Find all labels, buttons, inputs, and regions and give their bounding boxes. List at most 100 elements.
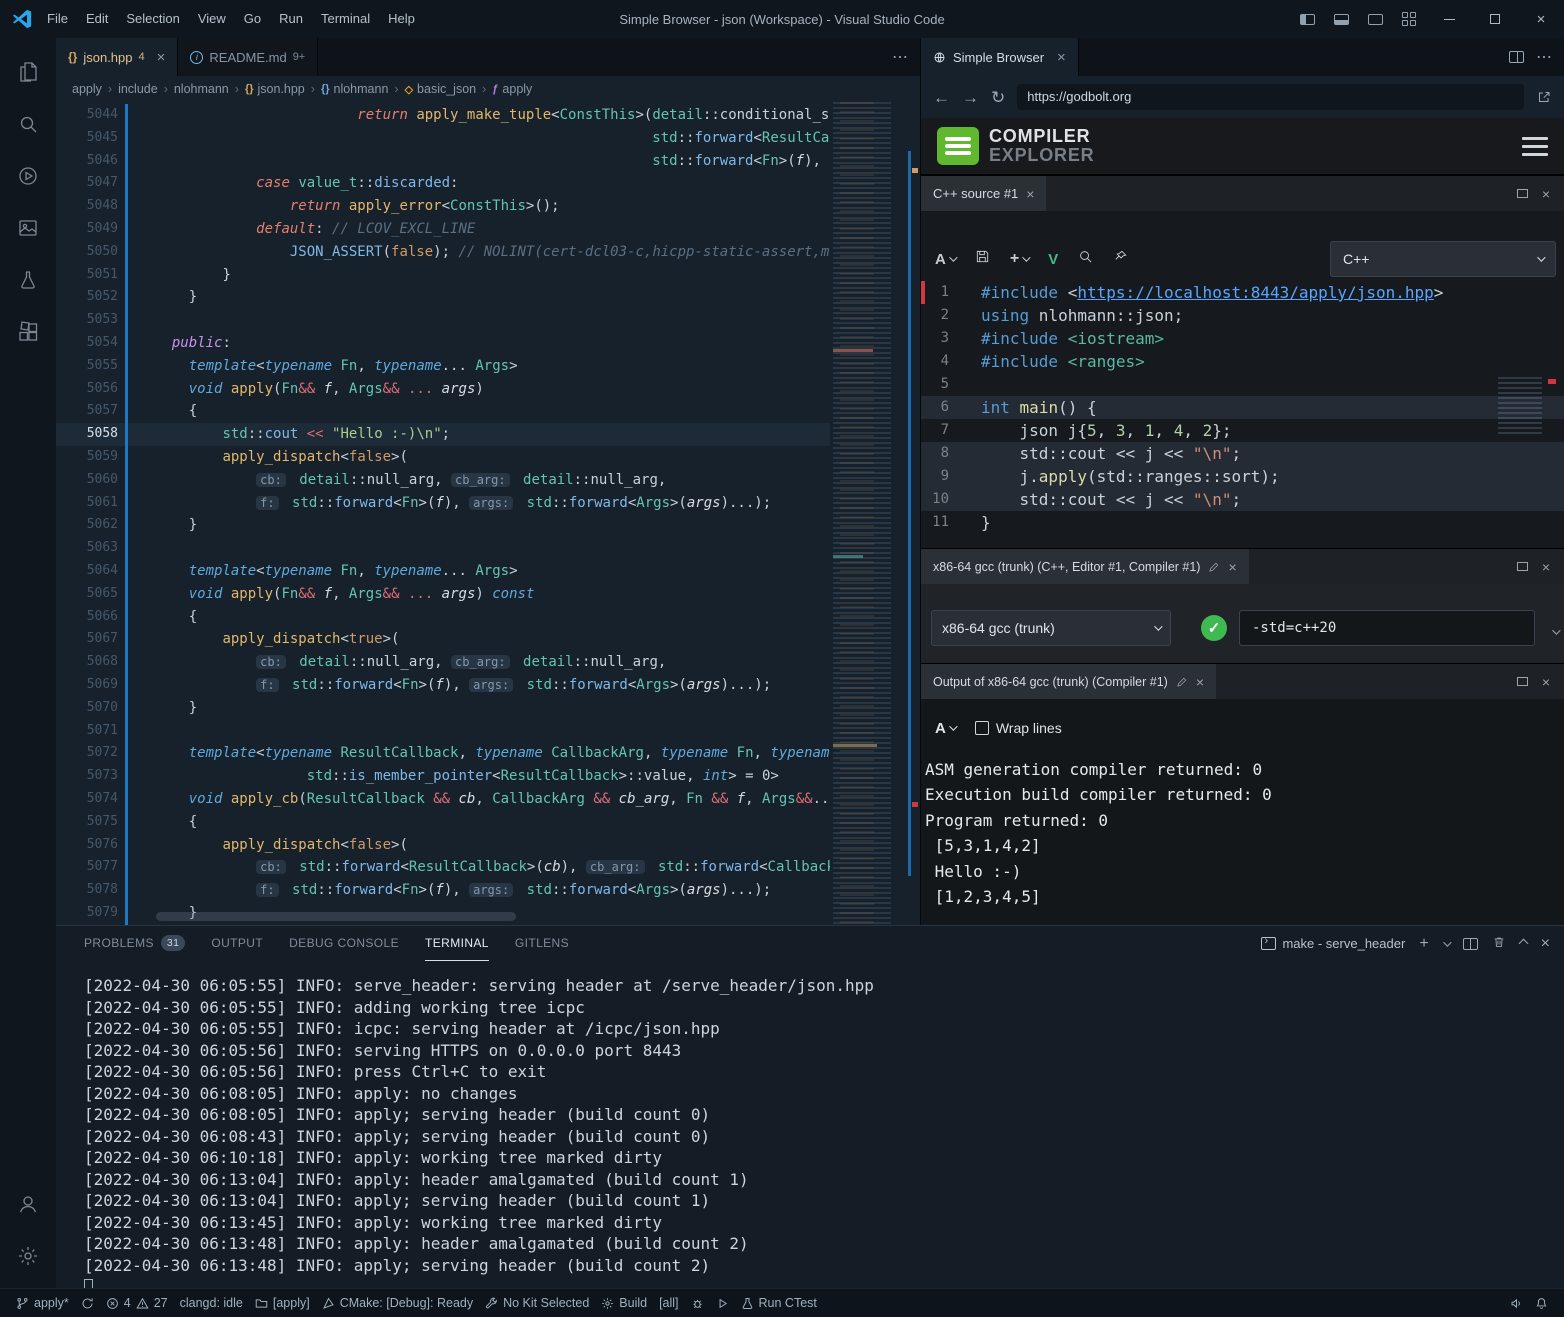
- cmake-kit[interactable]: No Kit Selected: [479, 1289, 595, 1317]
- cmake-build[interactable]: Build: [595, 1289, 653, 1317]
- run-debug-icon[interactable]: [4, 150, 52, 202]
- panel-tab-problems[interactable]: PROBLEMS31: [84, 926, 185, 961]
- close-pane-icon[interactable]: ×: [1542, 187, 1550, 201]
- horizontal-scrollbar[interactable]: [156, 912, 516, 921]
- back-icon[interactable]: ←: [933, 89, 950, 106]
- close-pane-icon[interactable]: ×: [1542, 675, 1550, 689]
- run-ctest[interactable]: Run CTest: [735, 1289, 823, 1317]
- panel-tab-terminal[interactable]: TERMINAL: [425, 926, 489, 961]
- menu-go[interactable]: Go: [235, 0, 270, 38]
- clangd-status[interactable]: clangd: idle: [174, 1289, 249, 1317]
- compiler-options-input[interactable]: -std=c++20: [1239, 610, 1535, 646]
- url-input[interactable]: https://godbolt.org: [1017, 84, 1524, 110]
- menu-file[interactable]: File: [38, 0, 77, 38]
- breadcrumb-item[interactable]: include: [118, 82, 158, 96]
- language-select[interactable]: C++: [1330, 241, 1556, 277]
- options-dropdown-icon[interactable]: [1552, 622, 1558, 640]
- vim-mode-icon[interactable]: V: [1048, 251, 1058, 268]
- menu-selection[interactable]: Selection: [117, 0, 188, 38]
- problems-status[interactable]: 427: [100, 1289, 174, 1317]
- pin-icon[interactable]: [1113, 249, 1128, 269]
- ce-editor[interactable]: 1#include <https://localhost:8443/apply/…: [921, 281, 1564, 534]
- toggle-primary-sidebar-icon[interactable]: [1290, 0, 1324, 38]
- menu-view[interactable]: View: [189, 0, 235, 38]
- save-icon[interactable]: [975, 249, 990, 269]
- sync-status[interactable]: [75, 1289, 100, 1317]
- toggle-secondary-sidebar-icon[interactable]: [1358, 0, 1392, 38]
- panel-tab-debug-console[interactable]: DEBUG CONSOLE: [289, 926, 399, 961]
- open-external-icon[interactable]: [1536, 89, 1552, 105]
- tab-json.hpp[interactable]: {}json.hpp4×: [56, 38, 178, 76]
- reload-icon[interactable]: ↻: [991, 89, 1005, 106]
- more-actions-icon[interactable]: ⋯: [1536, 47, 1552, 67]
- terminal[interactable]: [2022-04-30 06:05:55] INFO: serve_header…: [56, 961, 1564, 1288]
- debug-button[interactable]: [685, 1289, 710, 1317]
- accounts-icon[interactable]: [4, 1178, 52, 1230]
- close-icon[interactable]: ×: [1057, 50, 1066, 65]
- close-icon[interactable]: ×: [1228, 560, 1236, 574]
- split-editor-icon[interactable]: [1509, 51, 1524, 63]
- forward-icon[interactable]: →: [962, 89, 979, 106]
- font-size-icon[interactable]: A: [935, 251, 955, 268]
- split-terminal-icon[interactable]: [1463, 938, 1478, 950]
- source-pane-tab[interactable]: C++ source #1 ×: [921, 176, 1046, 211]
- maximize-pane-icon[interactable]: [1517, 189, 1528, 198]
- breadcrumb-item[interactable]: ƒapply: [492, 82, 532, 96]
- ce-minimap[interactable]: [1498, 377, 1556, 487]
- close-icon[interactable]: ×: [1196, 675, 1204, 689]
- compiler-select[interactable]: x86-64 gcc (trunk): [931, 610, 1171, 646]
- cmake-target[interactable]: [all]: [653, 1289, 684, 1317]
- settings-gear-icon[interactable]: [4, 1230, 52, 1282]
- code-editor[interactable]: 5044 return apply_make_tuple<ConstThis>(…: [56, 102, 920, 925]
- menu-help[interactable]: Help: [379, 0, 424, 38]
- terminal-dropdown-icon[interactable]: [1443, 938, 1451, 946]
- launch-button[interactable]: [710, 1289, 735, 1317]
- close-panel-icon[interactable]: ×: [1541, 935, 1550, 953]
- zoom-icon[interactable]: [1078, 249, 1093, 269]
- menu-run[interactable]: Run: [270, 0, 312, 38]
- window-maximize-button[interactable]: [1472, 0, 1518, 38]
- explorer-icon[interactable]: [4, 46, 52, 98]
- menu-edit[interactable]: Edit: [77, 0, 117, 38]
- window-close-button[interactable]: ×: [1518, 0, 1564, 38]
- menu-terminal[interactable]: Terminal: [312, 0, 379, 38]
- tab-readme.md[interactable]: iREADME.md9+: [178, 38, 318, 76]
- minimap[interactable]: [830, 102, 906, 925]
- cmake-status[interactable]: CMake: [Debug]: Ready: [316, 1289, 479, 1317]
- window-minimize-button[interactable]: [1426, 0, 1472, 38]
- breadcrumb-item[interactable]: nlohmann: [174, 82, 229, 96]
- maximize-pane-icon[interactable]: [1517, 677, 1528, 686]
- toggle-panel-icon[interactable]: [1324, 0, 1358, 38]
- more-actions-icon[interactable]: ⋯: [892, 47, 908, 67]
- terminal-picker[interactable]: make - serve_header: [1261, 936, 1405, 951]
- compiler-pane-tab[interactable]: x86-64 gcc (trunk) (C++, Editor #1, Comp…: [921, 549, 1249, 584]
- wrap-lines-checkbox[interactable]: Wrap lines: [975, 720, 1062, 736]
- tab-simple-browser[interactable]: Simple Browser ×: [921, 38, 1079, 76]
- panel-tab-output[interactable]: OUTPUT: [211, 926, 263, 961]
- add-pane-icon[interactable]: +: [1010, 250, 1028, 268]
- hamburger-menu-icon[interactable]: [1522, 137, 1548, 156]
- extensions-icon[interactable]: [4, 306, 52, 358]
- media-preview-icon[interactable]: [4, 202, 52, 254]
- customize-layout-icon[interactable]: [1392, 0, 1426, 38]
- maximize-panel-icon[interactable]: [1518, 939, 1528, 949]
- notifications[interactable]: [1529, 1289, 1554, 1317]
- new-terminal-icon[interactable]: +: [1419, 935, 1428, 953]
- breadcrumb-item[interactable]: {}nlohmann: [321, 82, 388, 96]
- panel-tab-gitlens[interactable]: GITLENS: [515, 926, 569, 961]
- testing-icon[interactable]: [4, 254, 52, 306]
- breadcrumb-item[interactable]: ◇basic_json: [405, 82, 477, 96]
- close-pane-icon[interactable]: ×: [1542, 560, 1550, 574]
- close-icon[interactable]: ×: [157, 50, 166, 65]
- breadcrumb-item[interactable]: {}json.hpp: [245, 82, 305, 96]
- maximize-pane-icon[interactable]: [1517, 562, 1528, 571]
- breadcrumb-item[interactable]: apply: [72, 82, 102, 96]
- feedback[interactable]: [1504, 1289, 1529, 1317]
- close-icon[interactable]: ×: [1026, 187, 1034, 201]
- git-branch-status[interactable]: apply*: [10, 1289, 75, 1317]
- kill-terminal-icon[interactable]: [1492, 935, 1506, 952]
- search-icon[interactable]: [4, 98, 52, 150]
- cmake-project[interactable]: [apply]: [249, 1289, 316, 1317]
- font-size-icon[interactable]: A: [935, 720, 955, 737]
- output-pane-tab[interactable]: Output of x86-64 gcc (trunk) (Compiler #…: [921, 664, 1216, 699]
